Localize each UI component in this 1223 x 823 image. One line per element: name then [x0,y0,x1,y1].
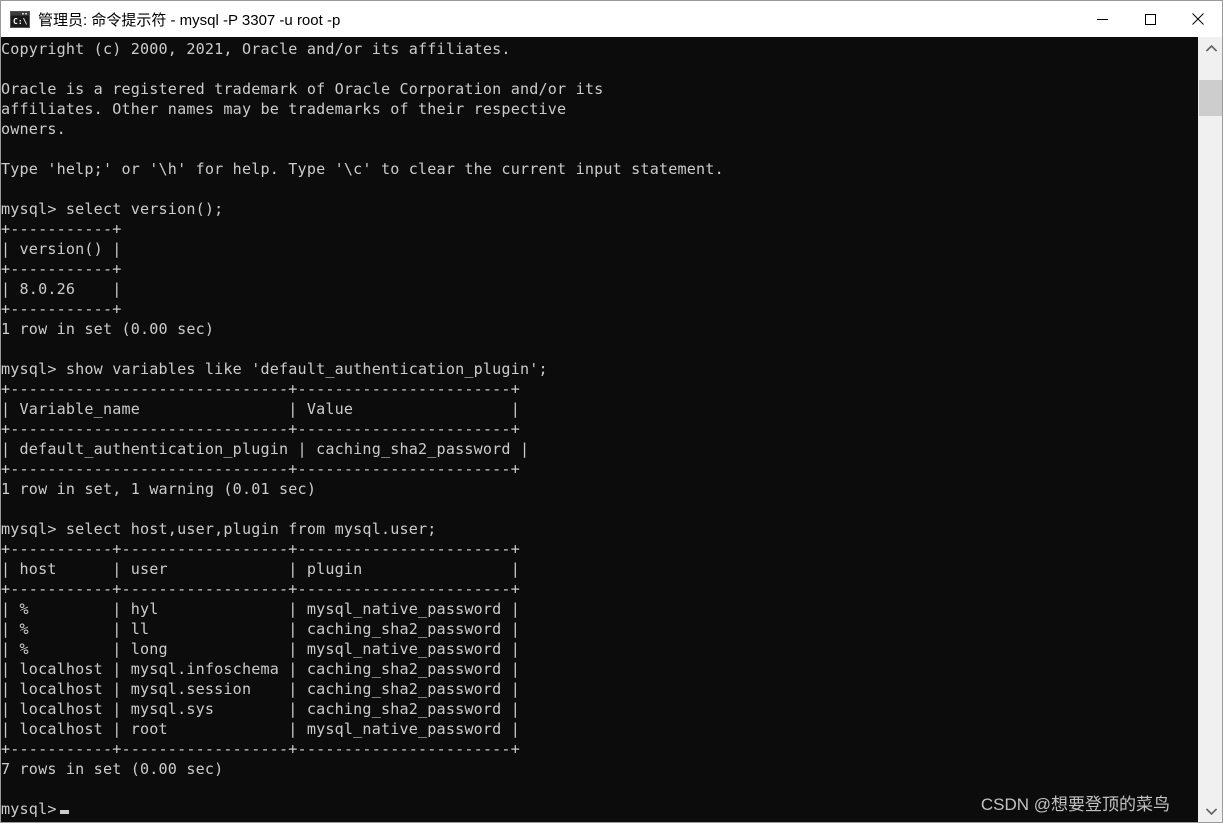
text-cursor [59,810,69,814]
minimize-button[interactable] [1078,1,1126,37]
csdn-watermark: CSDN @想要登顶的菜鸟 [980,795,1170,814]
scrollbar-track[interactable] [1199,59,1222,800]
scrollbar-thumb[interactable] [1199,80,1222,117]
close-button[interactable] [1174,1,1222,37]
maximize-button[interactable] [1126,1,1174,37]
svg-text:C:\: C:\ [13,17,28,26]
console-window: C:\ 管理员: 命令提示符 - mysql -P 3307 -u root -… [0,0,1223,823]
console-prompt-line: mysql> [1,799,69,819]
title-bar[interactable]: C:\ 管理员: 命令提示符 - mysql -P 3307 -u root -… [1,1,1222,37]
cmd-console-icon: C:\ [10,10,30,28]
window-controls [1078,1,1222,37]
scroll-up-arrow-icon[interactable] [1199,37,1222,59]
scroll-down-arrow-icon[interactable] [1199,800,1222,822]
console-text: Copyright (c) 2000, 2021, Oracle and/or … [1,40,724,778]
title-bar-left: C:\ 管理员: 命令提示符 - mysql -P 3307 -u root -… [1,1,1078,37]
window-title: 管理员: 命令提示符 - mysql -P 3307 -u root -p [38,11,341,29]
console-output-area[interactable]: Copyright (c) 2000, 2021, Oracle and/or … [1,37,1198,822]
prompt-label: mysql> [1,800,57,818]
vertical-scrollbar[interactable] [1198,37,1222,822]
